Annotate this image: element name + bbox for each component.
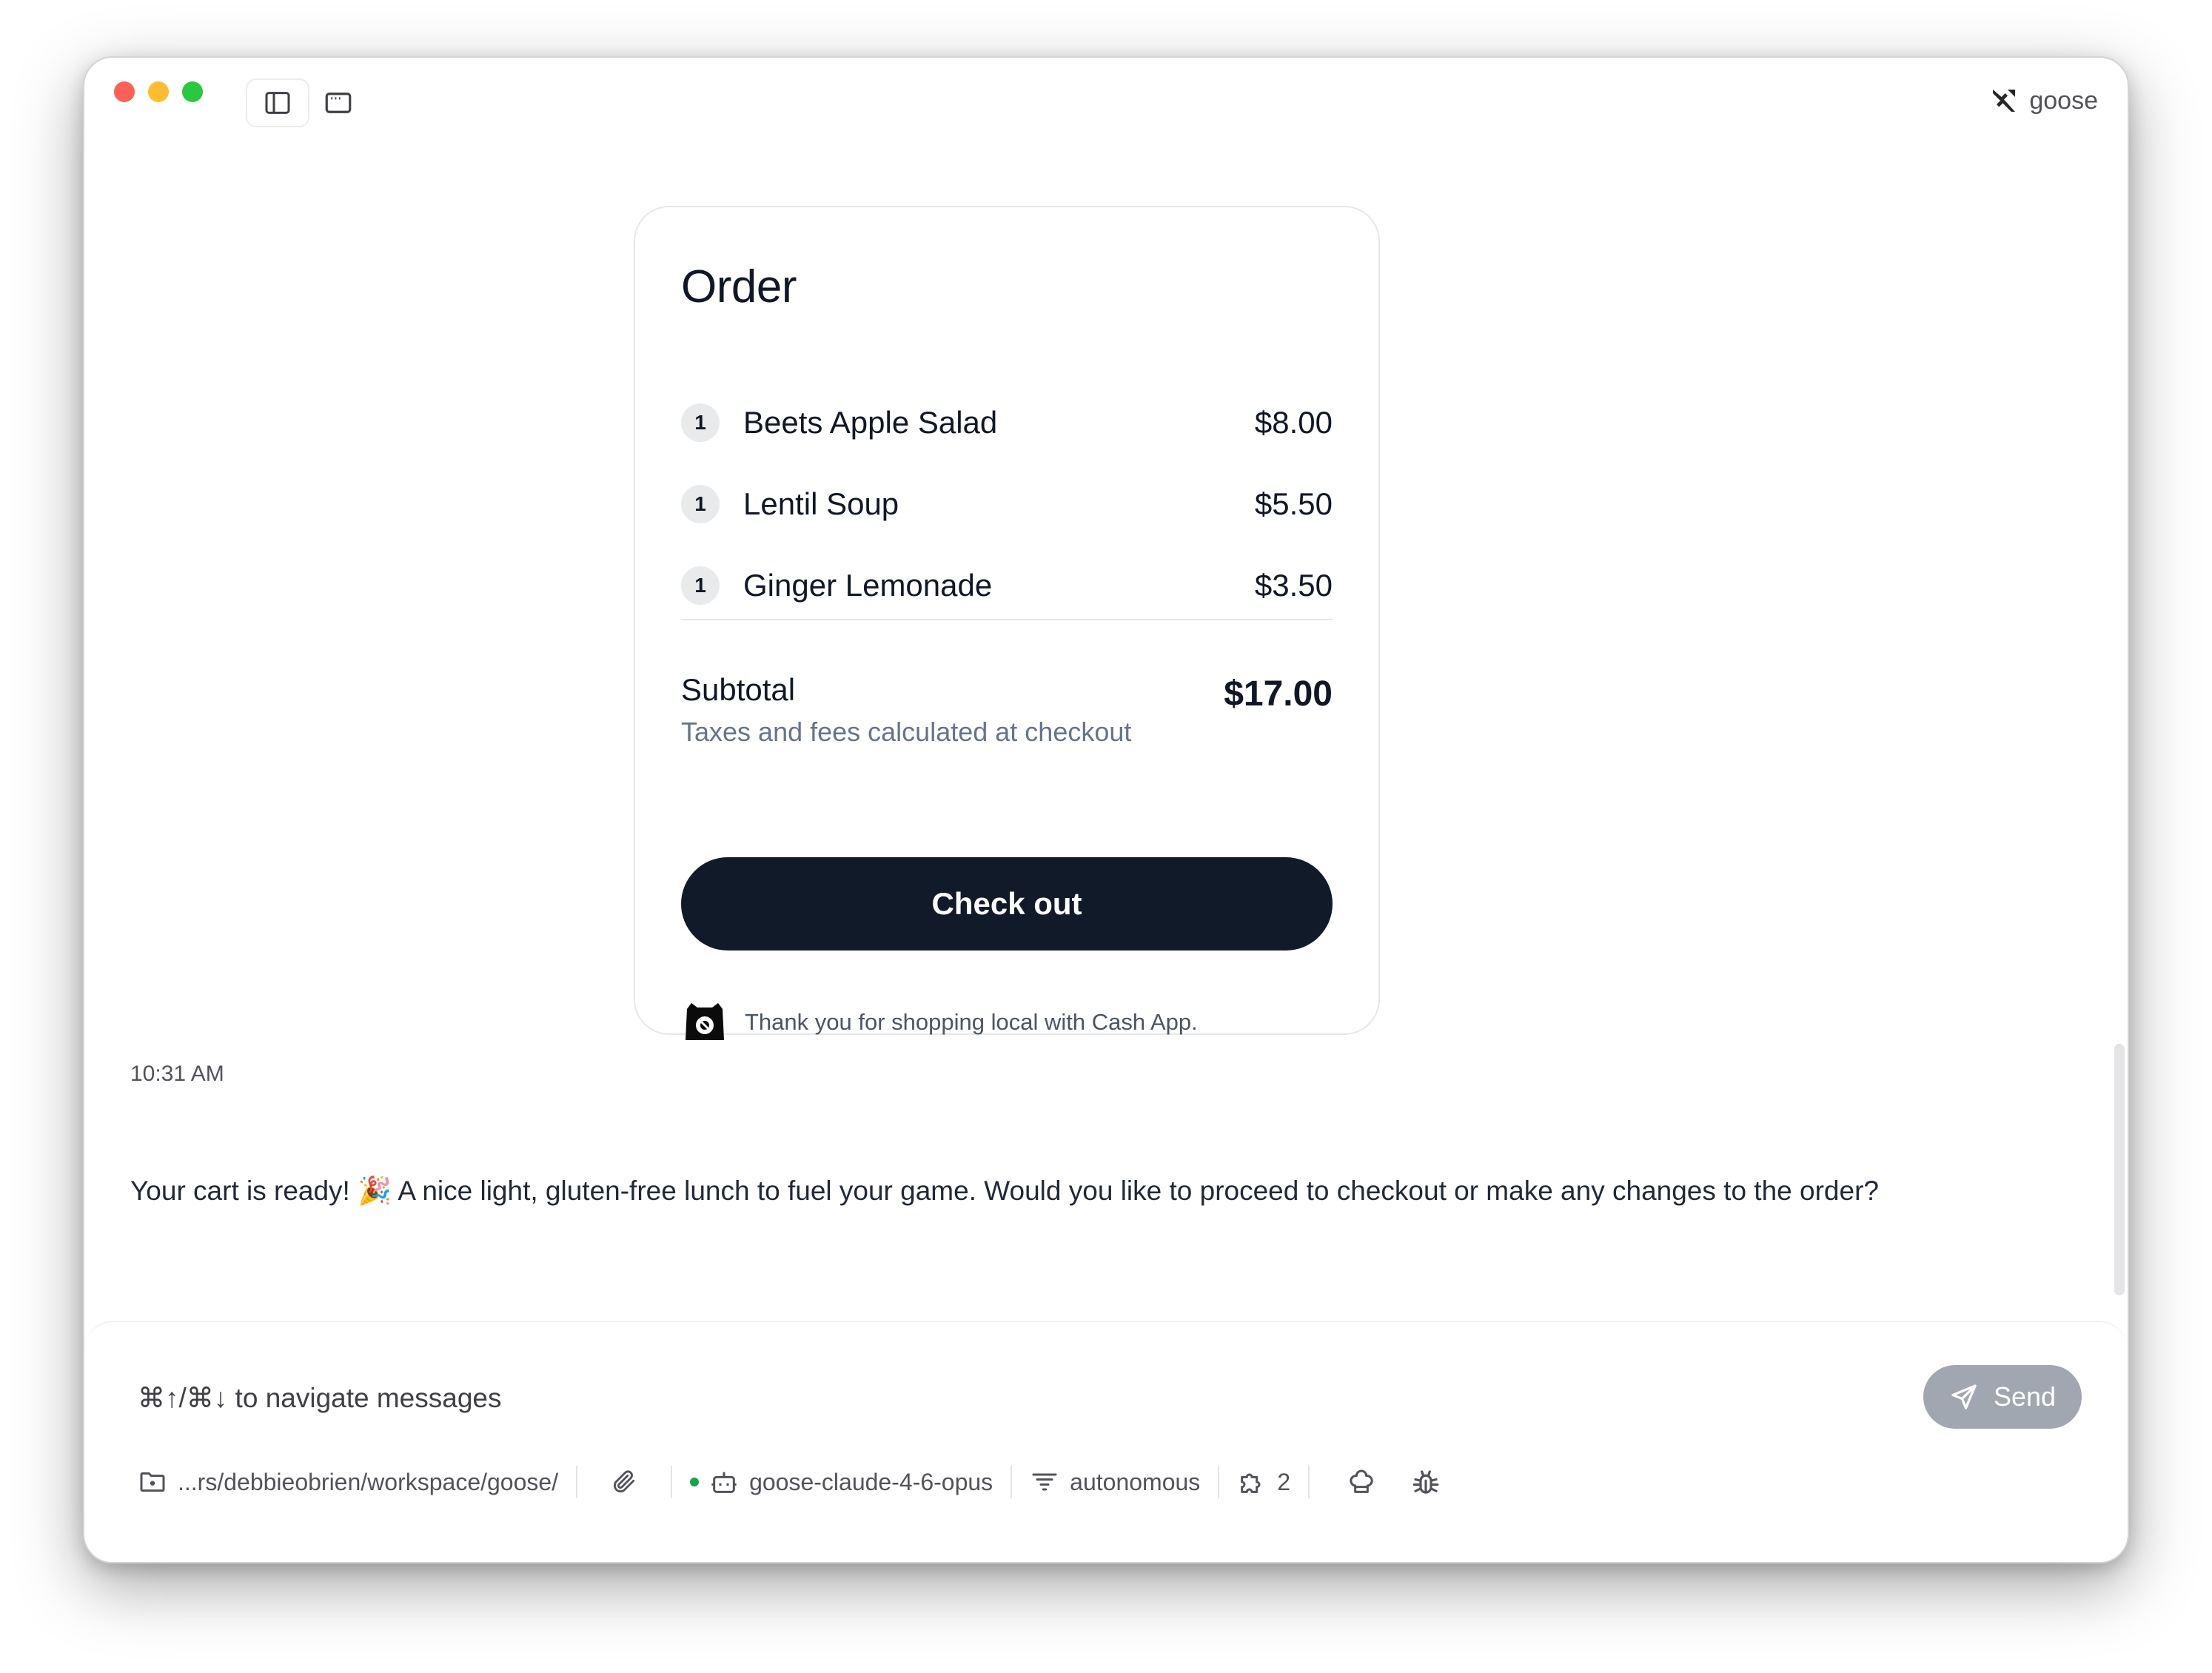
item-name: Ginger Lemonade	[743, 568, 993, 603]
order-card: Order 1 Beets Apple Salad $8.00 1 Lentil…	[634, 206, 1380, 1040]
filter-icon	[1030, 1467, 1059, 1497]
item-price: $5.50	[1254, 486, 1333, 521]
message-timestamp: 10:31 AM	[130, 1062, 224, 1086]
checkout-button[interactable]: Check out	[681, 857, 1333, 951]
order-item: 1 Beets Apple Salad $8.00	[681, 397, 1333, 449]
window-close-button[interactable]	[114, 81, 135, 102]
attach-button[interactable]	[595, 1455, 653, 1509]
item-price: $3.50	[1254, 568, 1333, 603]
toolbar-divider	[671, 1466, 673, 1498]
send-icon	[1949, 1382, 1979, 1412]
item-quantity-badge: 1	[681, 566, 720, 605]
paperclip-icon	[610, 1468, 638, 1496]
assistant-message: Your cart is ready! 🎉 A nice light, glut…	[130, 1176, 1879, 1206]
status-dot	[690, 1478, 700, 1486]
debug-button[interactable]	[1395, 1455, 1456, 1509]
window-maximize-button[interactable]	[182, 81, 203, 102]
subtotal-note: Taxes and fees calculated at checkout	[681, 717, 1132, 747]
title-bar: goose	[84, 58, 2128, 147]
item-name: Lentil Soup	[743, 486, 899, 521]
puzzle-icon	[1237, 1467, 1267, 1497]
working-directory-button[interactable]: ...rs/debbieobrien/workspace/goose/	[138, 1455, 558, 1509]
order-divider	[681, 619, 1333, 620]
item-price: $8.00	[1254, 405, 1333, 440]
item-name: Beets Apple Salad	[743, 405, 998, 440]
mode-selector[interactable]: autonomous	[1030, 1455, 1200, 1509]
folder-icon	[138, 1467, 167, 1497]
bug-icon	[1410, 1466, 1441, 1498]
thanks-footer: Thank you for shopping local with Cash A…	[681, 998, 1198, 1047]
order-item: 1 Ginger Lemonade $3.50	[681, 560, 1333, 611]
mode-label: autonomous	[1070, 1468, 1201, 1495]
send-button[interactable]: Send	[1923, 1365, 2082, 1429]
subtotal-value: $17.00	[1224, 674, 1333, 714]
new-window-button[interactable]	[306, 78, 370, 127]
chef-hat-icon	[1347, 1467, 1376, 1497]
toolbar-divider	[1011, 1466, 1013, 1498]
app-window: goose Order 1 Beets Apple Salad $8.00 1 …	[83, 56, 2129, 1563]
composer: Send ...rs/debbieobrien/workspace/goose/	[84, 1321, 2128, 1562]
cash-app-logo-icon	[681, 999, 728, 1046]
goose-logo-icon	[1989, 86, 2019, 115]
bot-icon	[709, 1467, 739, 1497]
toolbar-divider	[1218, 1466, 1220, 1498]
window-minimize-button[interactable]	[148, 81, 169, 102]
app-brand: goose	[1989, 80, 2098, 121]
order-title: Order	[681, 261, 797, 312]
sidebar-toggle-icon	[263, 88, 292, 118]
message-input[interactable]	[138, 1372, 1914, 1424]
composer-toolbar: ...rs/debbieobrien/workspace/goose/ goos…	[138, 1455, 1456, 1509]
recipe-button[interactable]	[1327, 1455, 1395, 1509]
thanks-text: Thank you for shopping local with Cash A…	[745, 1009, 1198, 1035]
chat-scrollbar[interactable]	[2114, 1044, 2125, 1295]
sidebar-toggle-button[interactable]	[246, 78, 309, 127]
model-selector[interactable]: goose-claude-4-6-opus	[690, 1455, 993, 1509]
item-quantity-badge: 1	[681, 485, 720, 523]
item-quantity-badge: 1	[681, 403, 720, 442]
order-item: 1 Lentil Soup $5.50	[681, 478, 1333, 530]
app-name: goose	[2029, 86, 2098, 115]
toolbar-divider	[576, 1466, 578, 1498]
send-label: Send	[1993, 1381, 2057, 1412]
new-window-icon	[323, 87, 354, 118]
working-directory-label: ...rs/debbieobrien/workspace/goose/	[178, 1468, 559, 1495]
extensions-count: 2	[1277, 1468, 1291, 1495]
subtotal-label: Subtotal	[681, 672, 796, 707]
model-label: goose-claude-4-6-opus	[749, 1468, 993, 1495]
toolbar-divider	[1308, 1466, 1310, 1498]
extensions-button[interactable]: 2	[1237, 1455, 1290, 1509]
